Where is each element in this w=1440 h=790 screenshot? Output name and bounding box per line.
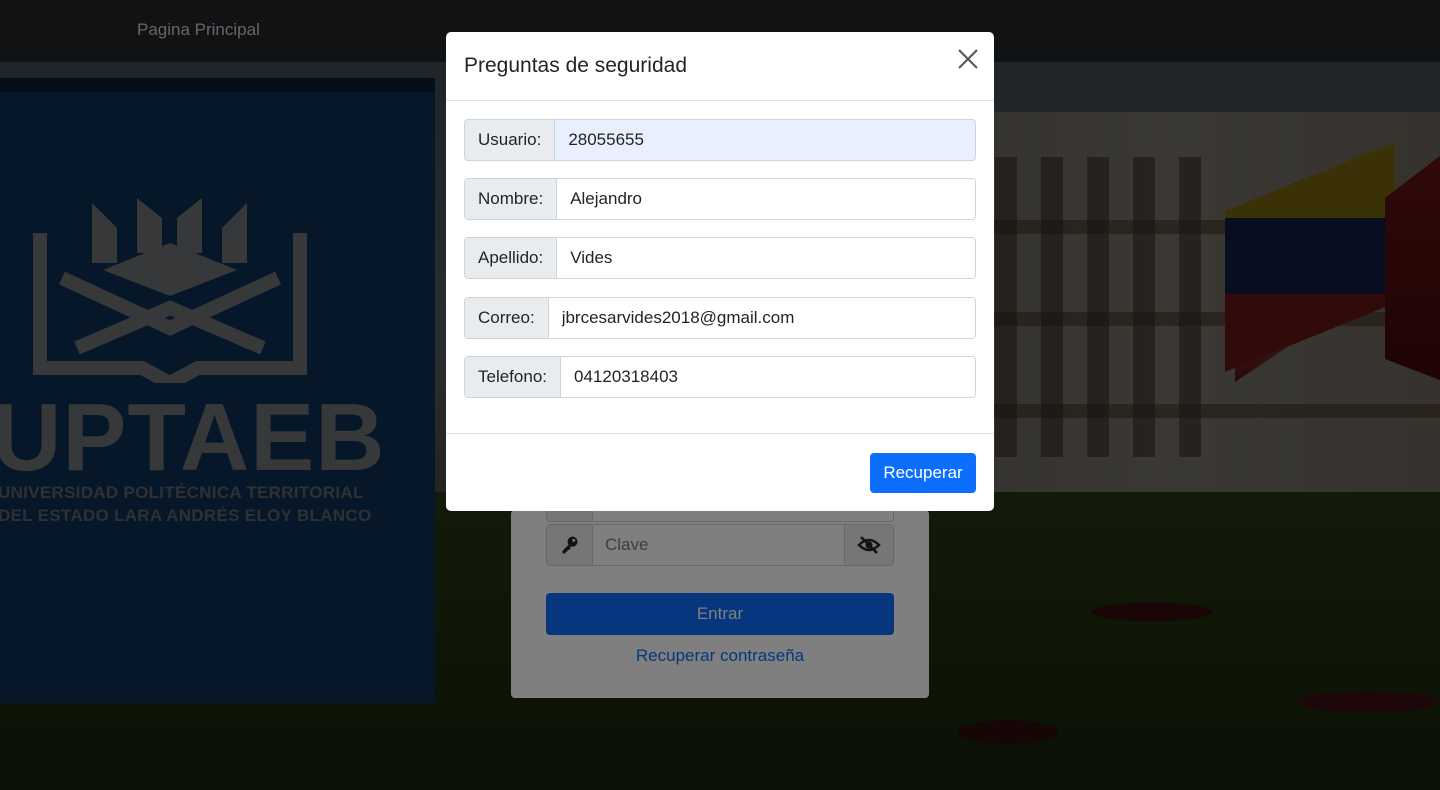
telefono-input[interactable] [561, 357, 975, 397]
correo-label: Correo: [465, 298, 549, 338]
correo-field-group: Correo: [464, 297, 976, 339]
telefono-field-group: Telefono: [464, 356, 976, 398]
modal-title: Preguntas de seguridad [464, 54, 687, 77]
modal-close-button[interactable] [954, 45, 982, 73]
apellido-label: Apellido: [465, 238, 558, 278]
security-questions-modal: Preguntas de seguridad Usuario: Nombre: … [446, 32, 994, 511]
usuario-label: Usuario: [465, 120, 556, 160]
modal-footer: Recuperar [446, 433, 994, 511]
usuario-input[interactable] [555, 120, 975, 160]
apellido-field-group: Apellido: [464, 237, 976, 279]
recover-submit-button[interactable]: Recuperar [870, 453, 976, 493]
usuario-field-group: Usuario: [464, 119, 976, 161]
telefono-label: Telefono: [465, 357, 561, 397]
apellido-input[interactable] [557, 238, 975, 278]
nombre-input[interactable] [557, 179, 975, 219]
close-icon [958, 49, 978, 69]
modal-header: Preguntas de seguridad [446, 32, 994, 101]
nombre-label: Nombre: [465, 179, 558, 219]
nombre-field-group: Nombre: [464, 178, 976, 220]
correo-input[interactable] [548, 298, 975, 338]
